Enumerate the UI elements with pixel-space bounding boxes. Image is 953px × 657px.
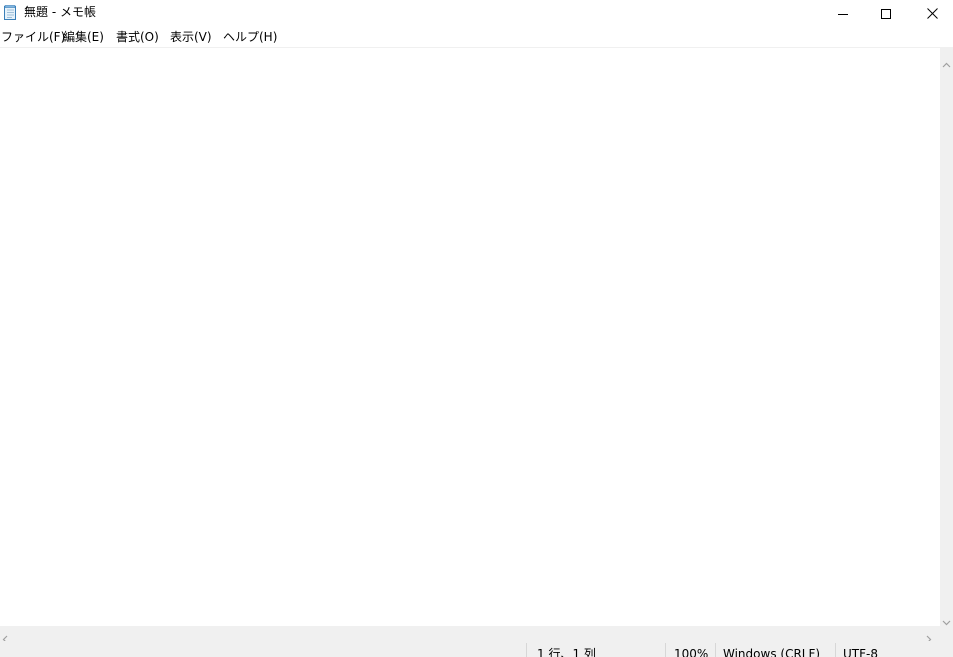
status-bar: 1 行、1 列 100% Windows (CRLF) UTF-8	[0, 641, 953, 657]
window-title: 無題 - メモ帳	[24, 5, 96, 19]
notepad-icon	[4, 5, 17, 20]
horizontal-scrollbar[interactable]	[0, 626, 940, 644]
scrollbar-corner	[940, 626, 953, 641]
status-divider	[715, 643, 716, 657]
minimize-icon	[838, 4, 848, 23]
text-editor[interactable]	[0, 48, 940, 626]
status-divider	[835, 643, 836, 657]
menu-view[interactable]: 表示(V)	[170, 29, 212, 45]
minimize-button[interactable]	[820, 0, 866, 26]
title-bar[interactable]: 無題 - メモ帳	[0, 0, 953, 26]
status-cursor-position: 1 行、1 列	[537, 647, 596, 657]
menu-file[interactable]: ファイル(F)	[1, 29, 65, 45]
close-button[interactable]	[909, 0, 953, 26]
maximize-icon	[881, 4, 891, 23]
status-divider	[526, 643, 527, 657]
scroll-up-icon[interactable]	[942, 53, 951, 72]
vertical-scrollbar[interactable]	[940, 48, 953, 626]
status-encoding: UTF-8	[843, 647, 878, 657]
status-line-ending: Windows (CRLF)	[723, 647, 821, 657]
menu-bar: ファイル(F) 編集(E) 書式(O) 表示(V) ヘルプ(H)	[0, 26, 953, 48]
menu-edit[interactable]: 編集(E)	[63, 29, 104, 45]
status-zoom: 100%	[674, 647, 709, 657]
status-divider	[665, 643, 666, 657]
close-icon	[926, 4, 938, 23]
menu-format[interactable]: 書式(O)	[116, 29, 159, 45]
maximize-button[interactable]	[863, 0, 909, 26]
menu-help[interactable]: ヘルプ(H)	[223, 29, 277, 45]
